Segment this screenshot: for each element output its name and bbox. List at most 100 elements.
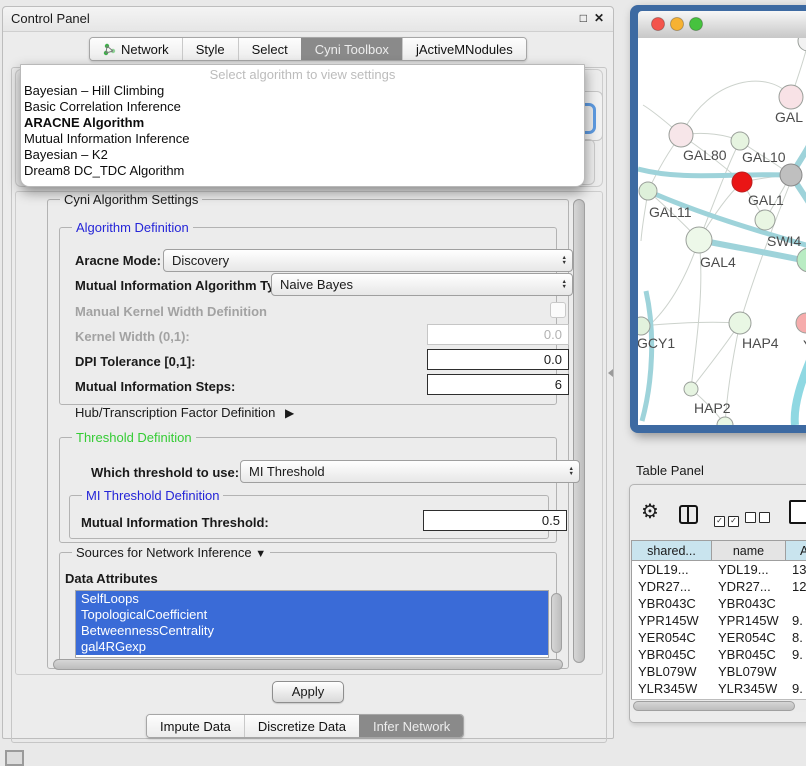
cyni-mode-tabbar: Impute Data Discretize Data Infer Networ… [146, 714, 464, 738]
network-node[interactable] [796, 313, 806, 333]
column-header-name[interactable]: name [712, 540, 786, 561]
tab-select[interactable]: Select [238, 38, 301, 60]
minimized-window-icon[interactable] [5, 750, 24, 766]
settings-vscrollbar-track[interactable] [572, 197, 585, 667]
tab-discretize-data[interactable]: Discretize Data [244, 715, 359, 737]
tab-cyni-toolbox[interactable]: Cyni Toolbox [301, 38, 402, 60]
network-node[interactable] [669, 123, 693, 147]
network-node[interactable] [798, 38, 806, 51]
hub-definition-expander[interactable]: Hub/Transcription Factor Definition ▶ [75, 405, 294, 420]
table-cell[interactable]: 13 [786, 561, 806, 578]
algorithm-option[interactable]: Dream8 DC_TDC Algorithm [21, 163, 584, 179]
table-cell[interactable]: YBL079W [712, 663, 786, 680]
close-window-icon[interactable]: ✕ [594, 11, 604, 25]
node-label: GAL80 [683, 147, 727, 163]
data-attributes-list[interactable]: SelfLoops TopologicalCoefficient Between… [75, 590, 549, 658]
kernel-width-label: Kernel Width (0,1): [75, 329, 190, 344]
table-cell[interactable]: 9. [786, 680, 806, 697]
float-window-icon[interactable]: □ [580, 11, 587, 25]
aracne-mode-value: Discovery [172, 253, 229, 268]
panel-splitter-handle[interactable] [608, 369, 613, 377]
network-node[interactable] [797, 248, 806, 272]
combo-stepper-icon: ▲▼ [557, 280, 572, 290]
tab-network[interactable]: Network [90, 38, 182, 60]
network-node[interactable] [780, 164, 802, 186]
traffic-light-zoom-icon[interactable] [690, 18, 703, 31]
traffic-light-minimize-icon[interactable] [671, 18, 684, 31]
apply-button[interactable]: Apply [272, 681, 344, 703]
network-node[interactable] [639, 182, 657, 200]
tab-jactivemnodules[interactable]: jActiveMNodules [402, 38, 526, 60]
table-cell[interactable]: YBR045C [632, 646, 712, 663]
sources-title-label: Sources for Network Inference [76, 545, 252, 560]
columns-icon[interactable] [679, 505, 698, 524]
table-panel-title: Table Panel [636, 463, 704, 478]
network-canvas[interactable]: GAL GAL80 GAL10 GAL1 SWI4 GAL11 GAL4 GCY… [638, 38, 806, 425]
tab-impute-data-label: Impute Data [160, 719, 231, 734]
algorithm-option[interactable]: Bayesian – Hill Climbing [21, 83, 584, 99]
kernel-width-field[interactable]: 0.0 [427, 324, 569, 345]
table-cell[interactable]: YBR043C [712, 595, 786, 612]
table-cell[interactable]: YLR345W [632, 680, 712, 697]
algorithm-option[interactable]: Bayesian – K2 [21, 147, 584, 163]
manual-kernel-width-checkbox[interactable] [550, 302, 566, 318]
mi-threshold-field[interactable]: 0.5 [423, 510, 567, 531]
table-cell[interactable] [786, 595, 806, 612]
table-hscrollbar-track[interactable] [631, 699, 806, 712]
tab-impute-data[interactable]: Impute Data [147, 715, 244, 737]
algorithm-option-selected[interactable]: ARACNE Algorithm [21, 115, 584, 131]
algorithm-option[interactable]: Mutual Information Inference [21, 131, 584, 147]
algorithm-option[interactable]: Basic Correlation Inference [21, 99, 584, 115]
table-cell[interactable]: YBR045C [712, 646, 786, 663]
settings-hscrollbar-thumb[interactable] [53, 659, 563, 670]
node-label: GCY1 [638, 335, 675, 351]
dpi-tolerance-field[interactable]: 0.0 [427, 349, 569, 370]
table-cell[interactable]: 9. [786, 646, 806, 663]
table-cell[interactable]: YBL079W [632, 663, 712, 680]
attribute-list-vscrollbar-thumb[interactable] [551, 593, 562, 653]
table-cell[interactable]: YDL19... [712, 561, 786, 578]
tab-infer-network[interactable]: Infer Network [359, 715, 463, 737]
table-cell[interactable]: YER054C [632, 629, 712, 646]
settings-vscrollbar-thumb[interactable] [573, 199, 585, 663]
list-item-selected[interactable]: gal4RGexp [76, 639, 548, 655]
aracne-mode-combobox[interactable]: Discovery ▲▼ [163, 249, 573, 272]
tab-style[interactable]: Style [182, 38, 238, 60]
table-cell[interactable]: YDR27... [712, 578, 786, 595]
table-cell[interactable]: YPR145W [632, 612, 712, 629]
network-node-highlighted[interactable] [732, 172, 752, 192]
table-cell[interactable] [786, 663, 806, 680]
list-item-selected[interactable]: TopologicalCoefficient [76, 607, 548, 623]
network-node[interactable] [729, 312, 751, 334]
table-cell[interactable]: 9. [786, 612, 806, 629]
table-cell[interactable]: YDL19... [632, 561, 712, 578]
gear-icon[interactable]: ⚙ [641, 502, 659, 522]
network-node[interactable] [755, 210, 775, 230]
table-hscrollbar-thumb[interactable] [633, 701, 795, 711]
column-header-degree[interactable]: A [786, 540, 806, 561]
network-node[interactable] [779, 85, 803, 109]
network-nodes[interactable] [638, 38, 806, 425]
hide-columns-icon[interactable] [745, 510, 773, 528]
sources-group-title[interactable]: Sources for Network Inference ▼ [72, 545, 270, 560]
table-cell[interactable]: 8. [786, 629, 806, 646]
table-cell[interactable]: YER054C [712, 629, 786, 646]
which-threshold-combobox[interactable]: MI Threshold ▲▼ [240, 460, 580, 483]
list-item-selected[interactable]: SelfLoops [76, 591, 548, 607]
table-cell[interactable]: YLR345W [712, 680, 786, 697]
network-node[interactable] [686, 227, 712, 253]
table-cell[interactable]: YDR27... [632, 578, 712, 595]
list-item-selected[interactable]: BetweennessCentrality [76, 623, 548, 639]
network-node[interactable] [731, 132, 749, 150]
mi-algorithm-type-combobox[interactable]: Naive Bayes ▲▼ [271, 273, 573, 296]
network-node[interactable] [684, 382, 698, 396]
document-icon[interactable] [789, 500, 806, 524]
traffic-light-close-icon[interactable] [652, 18, 665, 31]
table-cell[interactable]: YPR145W [712, 612, 786, 629]
mi-steps-field[interactable]: 6 [427, 374, 569, 395]
show-columns-icon[interactable]: ✓✓ [714, 510, 742, 528]
table-cell[interactable]: YBR043C [632, 595, 712, 612]
algorithm-popup-placeholder: Select algorithm to view settings [21, 67, 584, 83]
table-cell[interactable]: 12 [786, 578, 806, 595]
column-header-shared-name[interactable]: shared... [632, 540, 712, 561]
